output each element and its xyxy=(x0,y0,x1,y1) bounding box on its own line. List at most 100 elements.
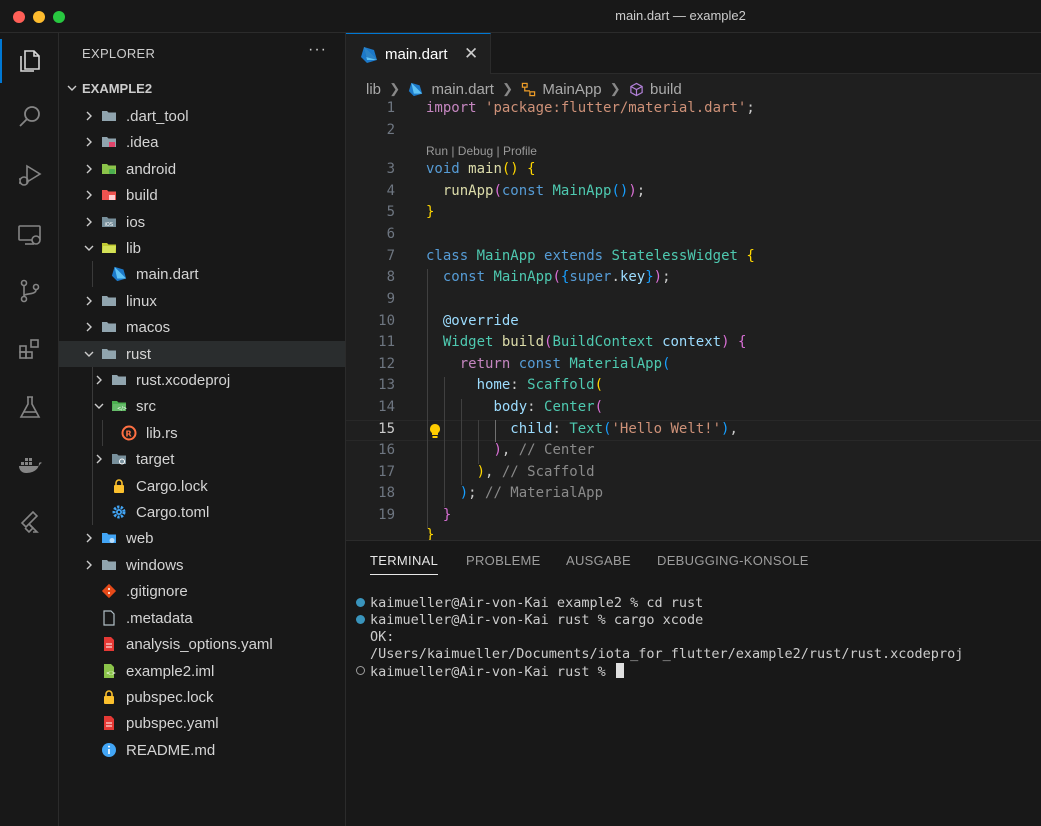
tree-folder-linux[interactable]: linux xyxy=(59,288,345,314)
folder-icon xyxy=(101,319,117,335)
breadcrumb: lib ❯ main.dart ❯ MainApp ❯ build xyxy=(366,80,682,102)
explorer-root-folder[interactable]: EXAMPLE2 xyxy=(59,77,346,99)
code-line: 10 @override xyxy=(378,313,519,329)
chevron-right-icon: ❯ xyxy=(389,81,401,97)
indent-guide xyxy=(444,377,445,507)
command-success-icon[interactable] xyxy=(356,615,365,624)
folder-icon xyxy=(101,346,117,362)
activity-search[interactable] xyxy=(0,91,59,143)
activity-source-control[interactable] xyxy=(0,265,59,317)
tree-item-label: target xyxy=(136,451,175,468)
tree-folder-ios[interactable]: iOS ios xyxy=(59,209,345,235)
tree-folder-idea[interactable]: .idea xyxy=(59,129,345,155)
tree-item-label: README.md xyxy=(126,742,216,759)
tree-item-label: ios xyxy=(126,214,146,231)
code-line: 4 runApp(const MainApp()); xyxy=(386,183,646,199)
close-tab-icon[interactable]: ✕ xyxy=(464,44,478,64)
source-control-icon xyxy=(20,279,39,303)
tree-file-readme-md[interactable]: README.md xyxy=(59,737,345,763)
tree-folder-target[interactable]: target xyxy=(59,446,345,472)
activity-extensions[interactable] xyxy=(0,323,59,375)
tree-file-metadata[interactable]: .metadata xyxy=(59,605,345,631)
code-line: 17 ), // Scaffold xyxy=(378,464,595,480)
tree-item-label: rust.xcodeproj xyxy=(136,372,231,389)
tree-file-cargo-lock[interactable]: Cargo.lock xyxy=(59,473,345,499)
tree-item-label: pubspec.yaml xyxy=(126,715,219,732)
tree-folder-android[interactable]: android xyxy=(59,156,345,182)
tree-folder-dart-tool[interactable]: .dart_tool xyxy=(59,103,345,129)
breadcrumb-item-method[interactable]: build xyxy=(650,81,682,98)
indent-guide xyxy=(427,269,428,529)
activity-bar xyxy=(0,33,59,826)
tab-label: main.dart xyxy=(385,46,448,63)
chevron-right-icon xyxy=(86,217,92,227)
code-line: 1 import 'package:flutter/material.dart'; xyxy=(386,100,755,116)
tree-file-pubspec-lock[interactable]: pubspec.lock xyxy=(59,684,345,710)
tree-folder-rust-xcodeproj[interactable]: rust.xcodeproj xyxy=(59,367,345,393)
command-success-icon[interactable] xyxy=(356,598,365,607)
tree-file-analysis-options-yaml[interactable]: analysis_options.yaml xyxy=(59,631,345,657)
tree-item-label: .dart_tool xyxy=(126,108,189,125)
tab-terminal[interactable]: TERMINAL xyxy=(370,553,438,568)
tree-file-gitignore[interactable]: .gitignore xyxy=(59,578,345,604)
chevron-right-icon: ❯ xyxy=(609,81,621,97)
chevron-right-icon xyxy=(86,190,92,200)
tree-folder-build[interactable]: build xyxy=(59,182,345,208)
chevron-right-icon xyxy=(86,164,92,174)
codelens-run-debug[interactable]: Run | Debug | Profile xyxy=(426,144,537,158)
tree-indent-guide xyxy=(92,261,93,287)
folder-idea-icon xyxy=(101,134,117,150)
tab-main-dart[interactable]: main.dart ✕ xyxy=(346,33,491,74)
yaml-icon xyxy=(101,636,117,652)
tree-item-label: .idea xyxy=(126,134,159,151)
code-line: 9 xyxy=(386,291,395,307)
tree-item-label: rust xyxy=(126,346,152,363)
activity-explorer[interactable] xyxy=(0,35,59,87)
chevron-right-icon xyxy=(96,454,102,464)
chevron-right-icon: ❯ xyxy=(502,81,514,97)
tree-folder-rust[interactable]: rust xyxy=(59,341,345,367)
breadcrumb-item-lib[interactable]: lib xyxy=(366,81,381,98)
folder-android-icon xyxy=(101,161,117,177)
tree-folder-macos[interactable]: macos xyxy=(59,314,345,340)
tree-file-example2-iml[interactable]: <> example2.iml xyxy=(59,658,345,684)
breadcrumb-item-class[interactable]: MainApp xyxy=(542,81,601,98)
code-line: 5} xyxy=(386,204,435,220)
tree-file-cargo-toml[interactable]: Cargo.toml xyxy=(59,499,345,525)
activity-flutter[interactable] xyxy=(0,497,59,549)
explorer-header: EXPLORER xyxy=(82,46,156,61)
breadcrumb-item-file[interactable]: main.dart xyxy=(431,81,494,98)
tree-folder-src[interactable]: </> src xyxy=(59,393,345,419)
activity-remote-explorer[interactable] xyxy=(0,209,59,261)
code-line: 13 home: Scaffold( xyxy=(378,377,604,393)
tree-file-main-dart[interactable]: main.dart xyxy=(59,261,345,287)
svg-text:R: R xyxy=(126,430,132,439)
bottom-panel: TERMINAL PROBLEME AUSGABE DEBUGGING-KONS… xyxy=(346,540,1041,826)
folder-ios-icon: iOS xyxy=(101,214,117,230)
tree-folder-web[interactable]: web xyxy=(59,525,345,551)
tab-problems[interactable]: PROBLEME xyxy=(466,553,541,568)
chevron-down-icon xyxy=(84,245,94,251)
tree-item-label: .gitignore xyxy=(126,583,188,600)
chevron-right-icon xyxy=(86,111,92,121)
tab-output[interactable]: AUSGABE xyxy=(566,553,631,568)
activity-testing[interactable] xyxy=(0,381,59,433)
tree-item-label: src xyxy=(136,398,156,415)
activity-docker[interactable] xyxy=(0,439,59,491)
chevron-down-icon xyxy=(94,403,104,409)
activity-run-debug[interactable] xyxy=(0,149,59,201)
tree-item-label: lib.rs xyxy=(146,425,178,442)
tree-file-pubspec-yaml[interactable]: pubspec.yaml xyxy=(59,710,345,736)
chevron-right-icon xyxy=(86,322,92,332)
code-line: 18 ); // MaterialApp xyxy=(378,485,604,501)
svg-text:iOS: iOS xyxy=(105,222,114,228)
code-line: 2 xyxy=(386,122,395,138)
more-actions-icon[interactable]: ··· xyxy=(308,41,327,59)
tree-item-label: example2.iml xyxy=(126,663,215,680)
file-icon xyxy=(101,610,117,626)
tree-folder-windows[interactable]: windows xyxy=(59,552,345,578)
tree-folder-lib[interactable]: lib xyxy=(59,235,345,261)
tab-debug-console[interactable]: DEBUGGING-KONSOLE xyxy=(657,553,809,568)
dart-icon xyxy=(409,82,423,96)
command-pending-icon xyxy=(356,666,365,675)
